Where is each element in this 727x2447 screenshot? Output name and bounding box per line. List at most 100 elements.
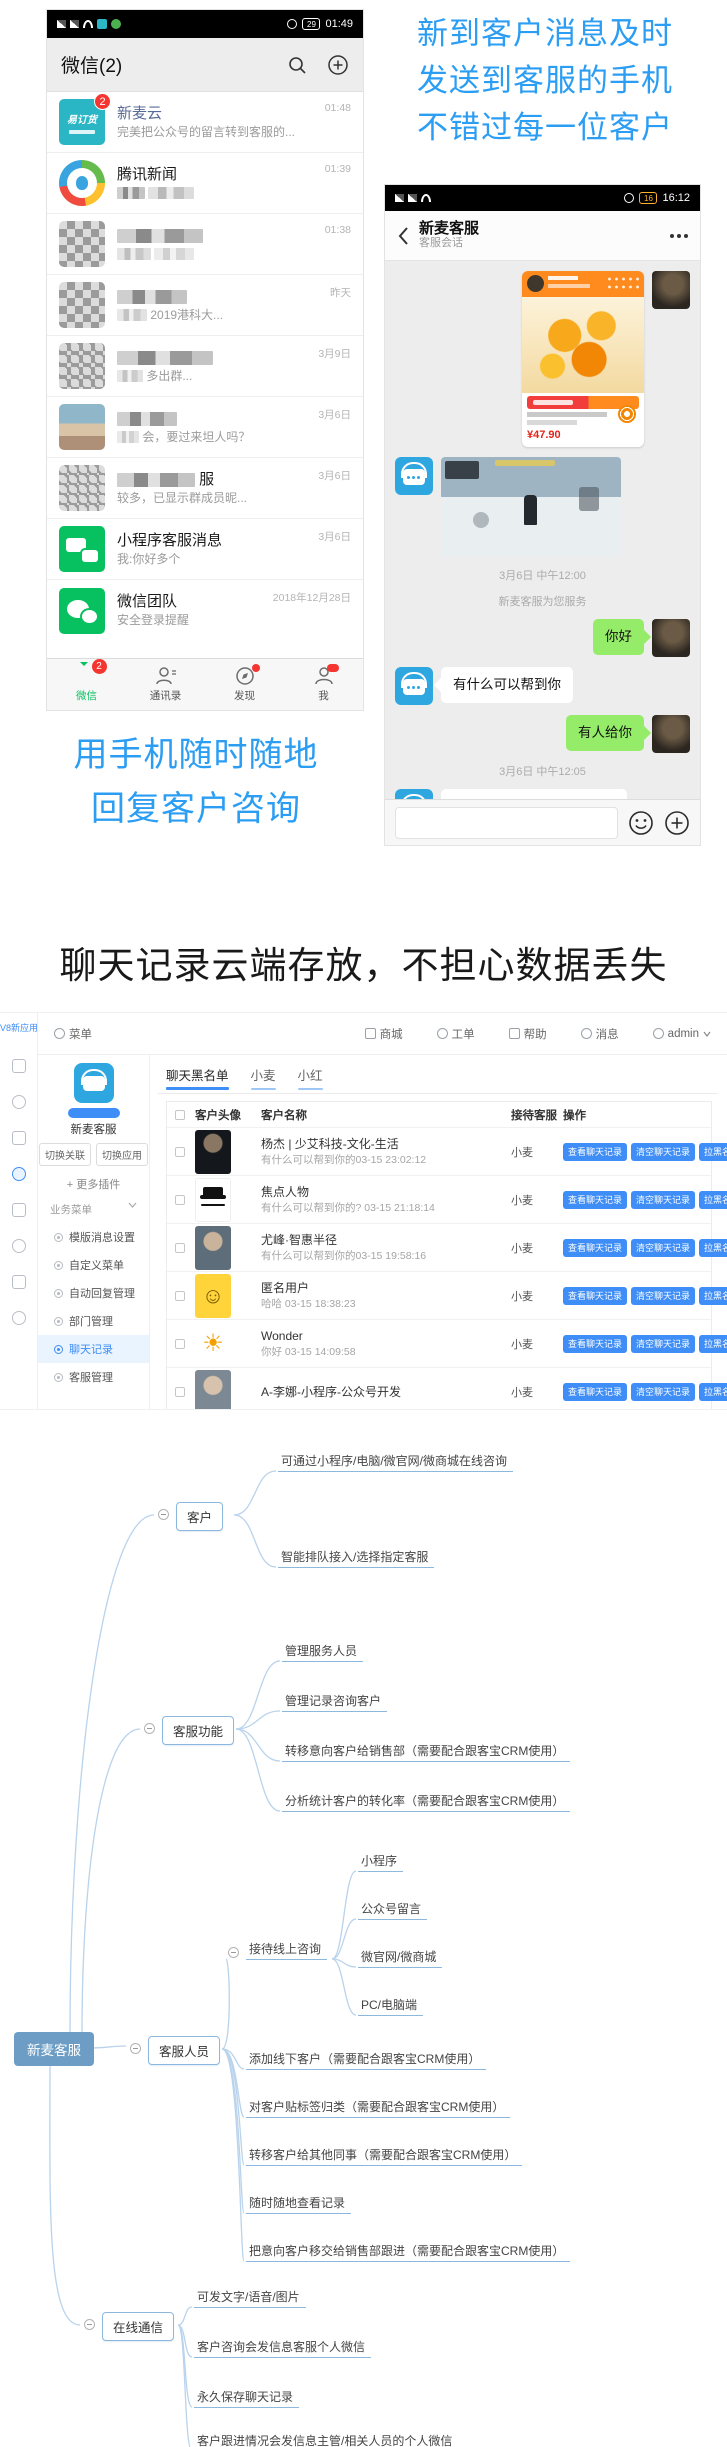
switch-app-button[interactable]: 切换应用	[96, 1143, 148, 1166]
battery-indicator: 29	[302, 18, 320, 30]
view-chat-log-button[interactable]: 查看聊天记录	[563, 1143, 627, 1161]
topbar-link-help[interactable]: 帮助	[509, 1026, 547, 1042]
tab-chats[interactable]: 2 微信	[47, 659, 126, 710]
chat-row-wechat-team[interactable]: 微信团队 安全登录提醒 2018年12月28日	[47, 580, 363, 641]
nav-plugin-icon-active[interactable]	[12, 1167, 26, 1181]
more-plugins-link[interactable]: + 更多插件	[38, 1176, 149, 1192]
view-chat-log-button[interactable]: 查看聊天记录	[563, 1335, 627, 1353]
attach-plus-icon[interactable]	[664, 810, 690, 836]
nav-home-icon[interactable]	[12, 1095, 26, 1109]
chat-time: 3月6日	[318, 407, 351, 422]
collapse-icon[interactable]	[130, 2043, 141, 2054]
more-options-icon[interactable]	[670, 234, 688, 238]
nav-store-icon[interactable]	[12, 1239, 26, 1253]
agent-name: 小麦	[511, 1336, 563, 1352]
col-agent: 接待客服	[511, 1107, 563, 1123]
clear-chat-log-button[interactable]: 清空聊天记录	[631, 1239, 695, 1257]
collapse-icon[interactable]	[144, 1723, 155, 1734]
emoji-icon[interactable]	[628, 810, 654, 836]
chat-row-censored-2[interactable]: 2019港科大... 昨天	[47, 275, 363, 336]
chat-row-censored-1[interactable]: 01:38	[47, 214, 363, 275]
blacklist-button[interactable]: 拉黑名单	[699, 1287, 727, 1305]
last-message: 有什么可以帮到你的03-15 23:02:12	[261, 1154, 426, 1166]
brand-label: V8新应用	[0, 1021, 38, 1034]
collapse-icon[interactable]	[228, 1947, 239, 1958]
blacklist-button[interactable]: 拉黑名单	[699, 1335, 727, 1353]
tab-me[interactable]: 我	[284, 659, 363, 710]
sidebar-item-chat-records[interactable]: 聊天记录	[38, 1335, 149, 1363]
collapse-icon[interactable]	[158, 1509, 169, 1520]
chat-row-tencent-news[interactable]: 腾讯新闻 01:39	[47, 153, 363, 214]
blacklist-button[interactable]: 拉黑名单	[699, 1143, 727, 1161]
topbar-account-menu[interactable]: admin	[653, 1028, 711, 1040]
blacklist-button[interactable]: 拉黑名单	[699, 1191, 727, 1209]
game-screenshot-image[interactable]	[441, 457, 621, 557]
sidebar-item-departments[interactable]: 部门管理	[38, 1307, 149, 1335]
clear-chat-log-button[interactable]: 清空聊天记录	[631, 1335, 695, 1353]
chat-row-miniprogram-service[interactable]: 小程序客服消息 我:你好多个 3月6日	[47, 519, 363, 580]
row-checkbox[interactable]	[175, 1291, 185, 1301]
sidebar-item-agent-management[interactable]: 客服管理	[38, 1363, 149, 1391]
chat-row-xinmaiyun[interactable]: 易订货 2 新麦云 完美把公众号的留言转到客服的... 01:48	[47, 92, 363, 153]
row-checkbox[interactable]	[175, 1147, 185, 1157]
collapse-icon[interactable]	[84, 2319, 95, 2330]
tencent-news-avatar	[59, 160, 105, 206]
col-actions: 操作	[563, 1107, 703, 1123]
nav-apps-icon[interactable]	[12, 1059, 26, 1073]
view-chat-log-button[interactable]: 查看聊天记录	[563, 1191, 627, 1209]
tab-agent-xiaomai[interactable]: 小麦	[251, 1065, 276, 1090]
sidebar-section[interactable]: 业务菜单	[38, 1202, 149, 1217]
leaf: PC/电脑端	[358, 1998, 423, 2016]
tab-discover[interactable]: 发现	[205, 659, 284, 710]
blacklist-button[interactable]: 拉黑名单	[699, 1239, 727, 1257]
menu-toggle[interactable]: 菜单	[54, 1026, 92, 1042]
nav-users-icon[interactable]	[12, 1275, 26, 1289]
switch-relation-button[interactable]: 切换关联	[39, 1143, 91, 1166]
sidebar-item-auto-reply[interactable]: 自动回复管理	[38, 1279, 149, 1307]
row-checkbox[interactable]	[175, 1339, 185, 1349]
chat-row-censored-3[interactable]: 多出群... 3月9日	[47, 336, 363, 397]
clear-chat-log-button[interactable]: 清空聊天记录	[631, 1383, 695, 1401]
tab-label: 通讯录	[150, 688, 182, 703]
branch-cs-functions: 客服功能	[162, 1716, 234, 1745]
sidebar-item-template-messages[interactable]: 模版消息设置	[38, 1223, 149, 1251]
chat-row-censored-4[interactable]: 会，要过来坦人吗？ 3月6日	[47, 397, 363, 458]
tab-unread-badge: 2	[92, 659, 107, 674]
sidebar-item-custom-menu[interactable]: 自定义菜单	[38, 1251, 149, 1279]
plus-icon[interactable]	[327, 54, 349, 76]
back-icon[interactable]	[397, 226, 409, 246]
chat-bubble: 你好	[593, 619, 644, 655]
row-checkbox[interactable]	[175, 1387, 185, 1397]
clear-chat-log-button[interactable]: 清空聊天记录	[631, 1191, 695, 1209]
blacklist-button[interactable]: 拉黑名单	[699, 1383, 727, 1401]
last-message: 有什么可以帮到你的03-15 19:58:16	[261, 1250, 426, 1262]
row-checkbox[interactable]	[175, 1243, 185, 1253]
message-input[interactable]	[395, 807, 618, 839]
view-chat-log-button[interactable]: 查看聊天记录	[563, 1239, 627, 1257]
nav-profile-icon[interactable]	[12, 1311, 26, 1325]
nav-modules-icon[interactable]	[12, 1131, 26, 1145]
customer-name: 尤峰·智惠半径	[261, 1233, 337, 1247]
service-avatar	[395, 789, 433, 799]
tab-agent-xiaohong[interactable]: 小红	[298, 1065, 323, 1090]
tab-blacklist[interactable]: 聊天黑名单	[166, 1065, 229, 1090]
row-checkbox[interactable]	[175, 1195, 185, 1205]
clear-chat-log-button[interactable]: 清空聊天记录	[631, 1143, 695, 1161]
tab-contacts[interactable]: 通讯录	[126, 659, 205, 710]
nav-grid-icon[interactable]	[12, 1203, 26, 1217]
view-chat-log-button[interactable]: 查看聊天记录	[563, 1383, 627, 1401]
chat-row-censored-5[interactable]: 服 较多，已显示群成员昵... 3月6日	[47, 458, 363, 519]
leaf: 永久保存聊天记录	[194, 2390, 299, 2408]
clear-chat-log-button[interactable]: 清空聊天记录	[631, 1287, 695, 1305]
customer-name: Wonder	[261, 1329, 303, 1343]
view-chat-log-button[interactable]: 查看聊天记录	[563, 1287, 627, 1305]
wifi-icon	[421, 194, 431, 202]
topbar-link-messages[interactable]: 消息	[581, 1026, 619, 1042]
product-card[interactable]: ¥47.90	[522, 271, 644, 447]
gear-icon	[54, 1233, 63, 1242]
topbar-link-mall[interactable]: 商城	[365, 1026, 403, 1042]
topbar-link-workorder[interactable]: 工单	[437, 1026, 475, 1042]
help-icon	[509, 1028, 520, 1039]
select-all-checkbox[interactable]	[175, 1110, 185, 1120]
search-icon[interactable]	[287, 55, 307, 75]
